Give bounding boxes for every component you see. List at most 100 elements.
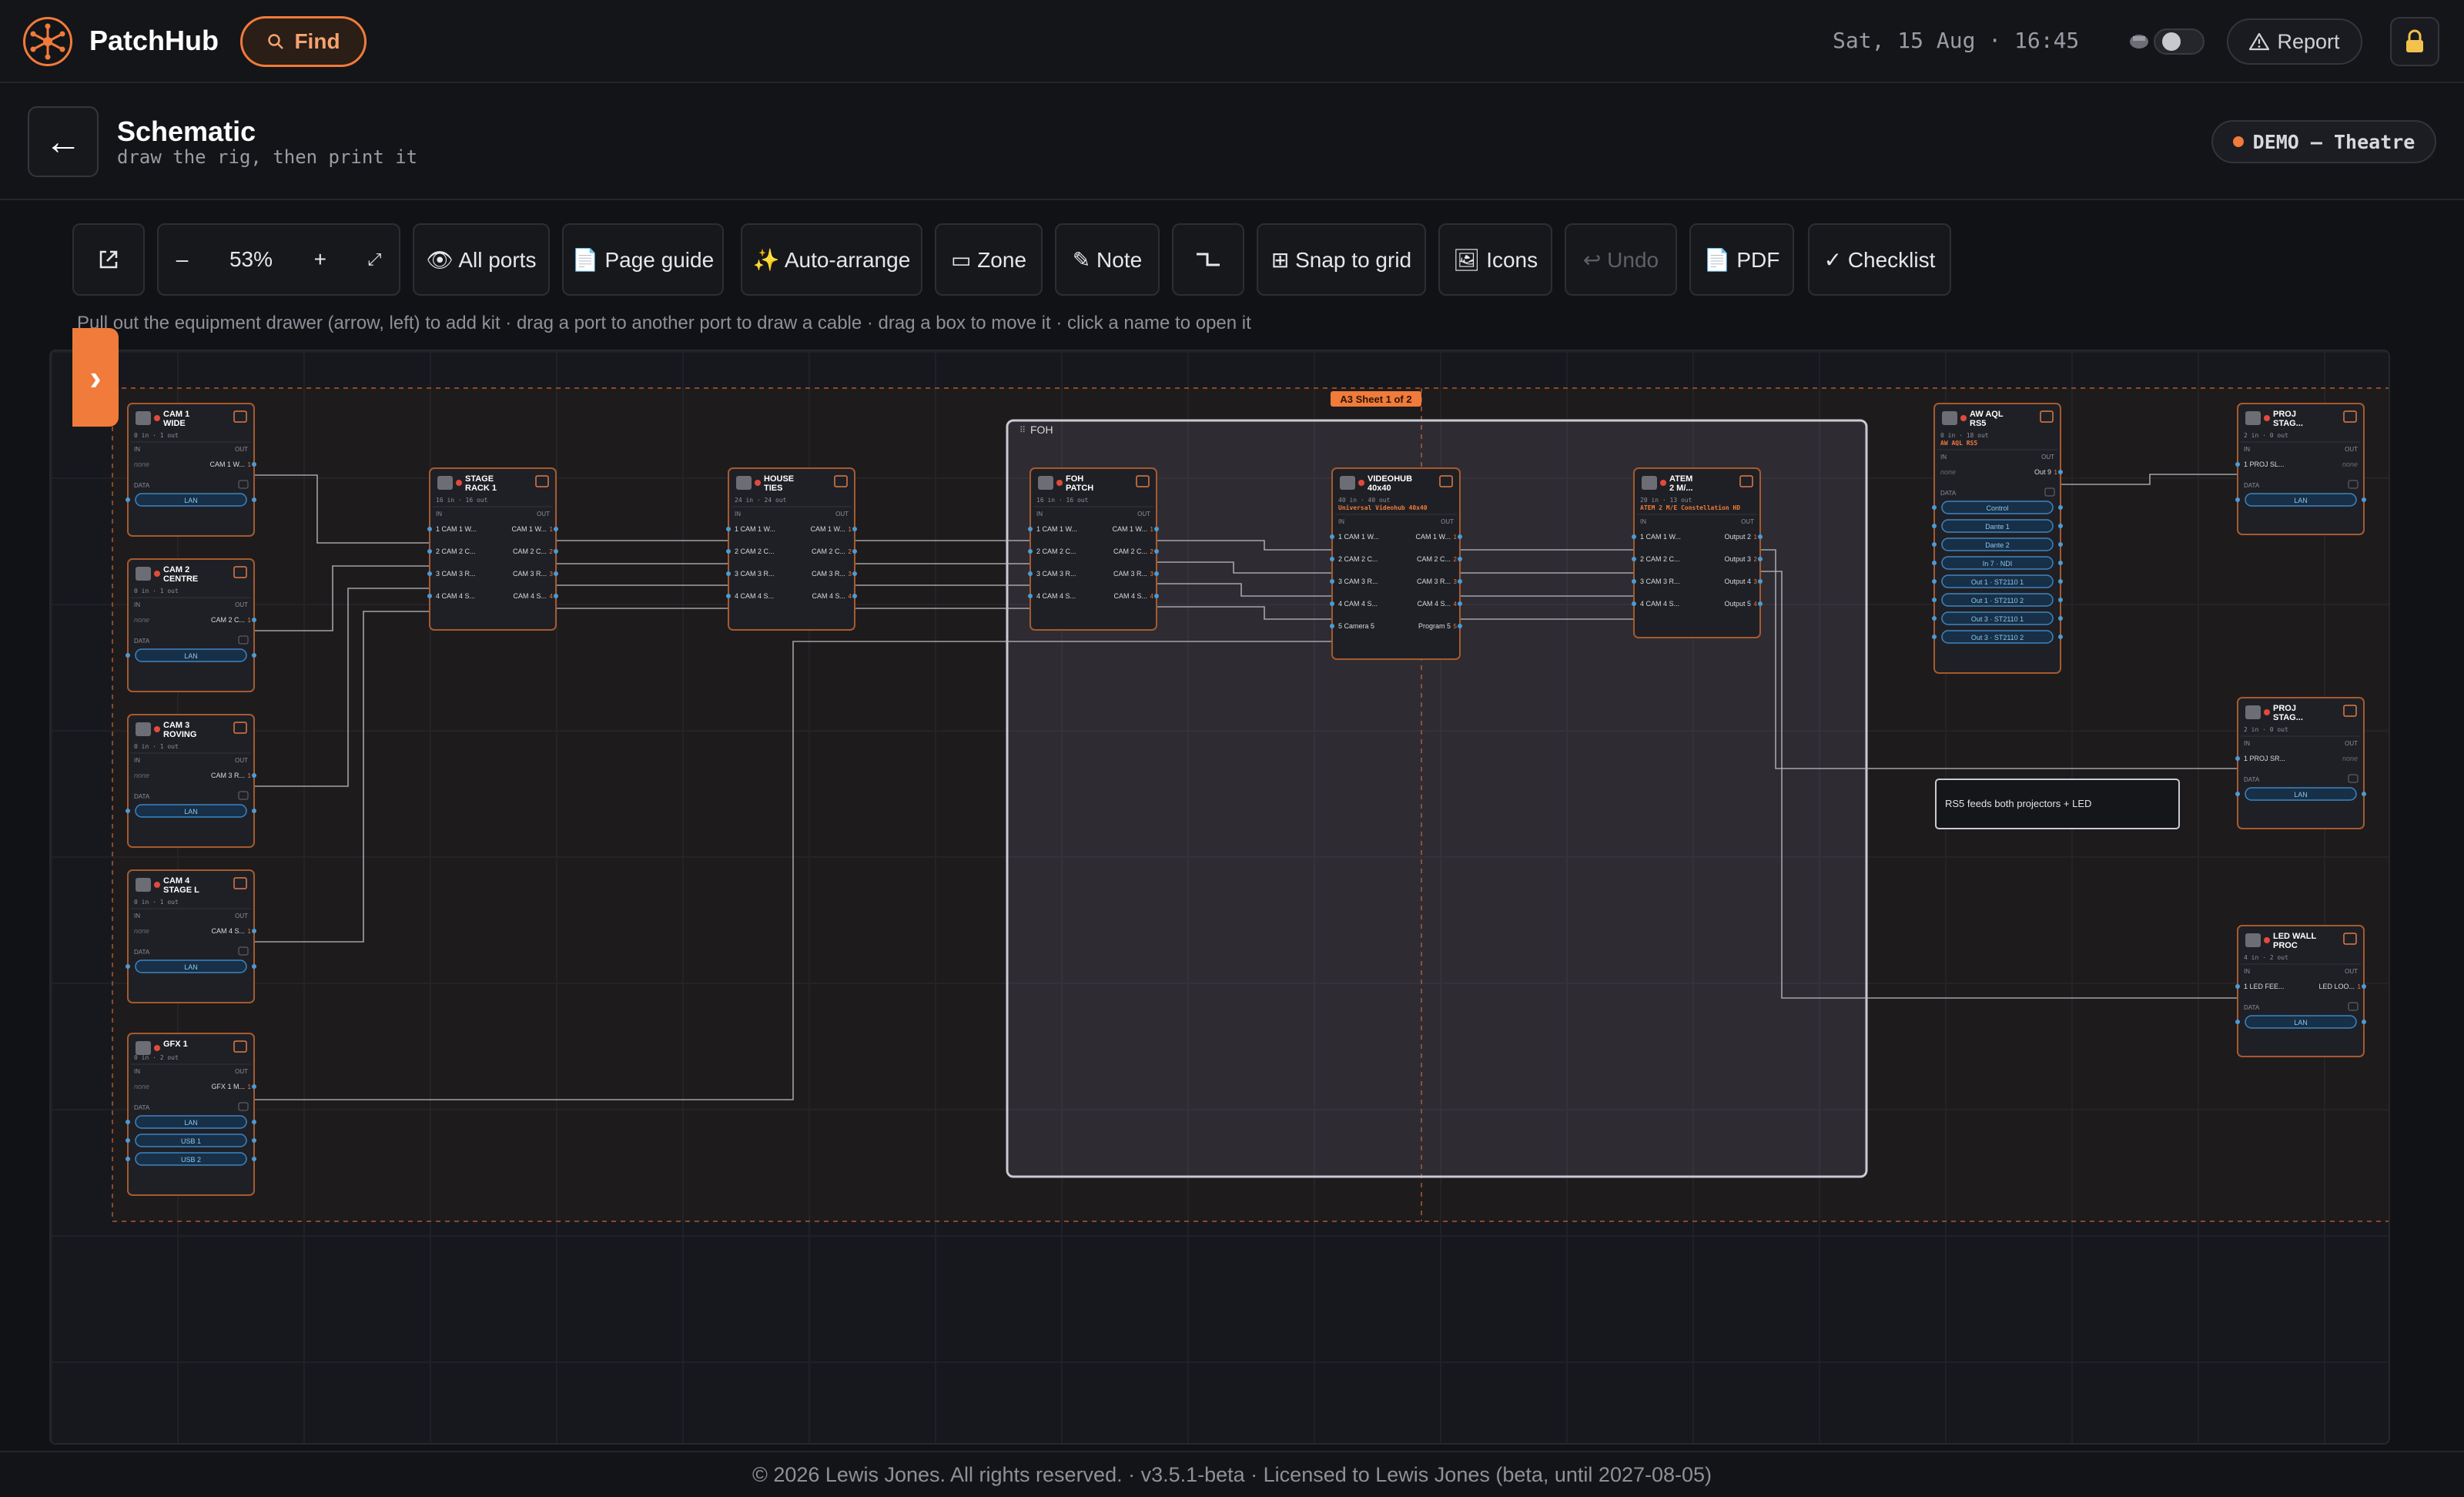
data-port-dot-right[interactable] <box>2362 1020 2366 1024</box>
input-port-dot[interactable] <box>1330 624 1334 628</box>
data-port-dot-left[interactable] <box>1932 505 1937 510</box>
data-port-dot-right[interactable] <box>252 1120 256 1124</box>
back-button[interactable]: ← <box>28 106 99 177</box>
data-port-dot-left[interactable] <box>1932 542 1937 547</box>
output-port[interactable]: CAM 4 S... <box>812 592 845 600</box>
data-port-dot-left[interactable] <box>1932 579 1937 584</box>
device-5[interactable]: GFX 1 0 in · 2 out IN OUT none GFX 1 M... 1 DAT… <box>126 1033 256 1196</box>
data-port-dot-left[interactable] <box>1932 524 1937 528</box>
output-port[interactable]: CAM 4 S... <box>1113 592 1147 600</box>
device-11[interactable]: AW AQLRS5 0 in · 18 outAW AQL RS5 IN OUT non… <box>1932 403 2063 674</box>
output-port-dot[interactable] <box>852 594 857 598</box>
data-port-dot-left[interactable] <box>126 653 130 658</box>
output-port[interactable]: Output 2 <box>1724 533 1751 541</box>
device-box[interactable] <box>1633 467 1761 638</box>
input-port-dot[interactable] <box>427 594 432 598</box>
device-12[interactable]: PROJSTAG... 2 in · 0 out IN OUT 1 PROJ SL...… <box>2235 403 2366 535</box>
zoom-out-button[interactable]: – <box>176 247 189 272</box>
input-port-dot[interactable] <box>427 549 432 554</box>
data-port-dot-right[interactable] <box>252 964 256 969</box>
output-port-dot[interactable] <box>852 549 857 554</box>
device-name[interactable]: FOH <box>1066 474 1083 484</box>
device-7[interactable]: HOUSETIES 24 in · 24 out IN OUT 1 CAM 1 W...… <box>726 467 857 631</box>
input-port[interactable]: 4 CAM 4 S... <box>436 592 475 600</box>
data-port-dot-right[interactable] <box>2058 561 2063 565</box>
data-port-dot-left[interactable] <box>2235 497 2240 502</box>
device-name[interactable]: STAGE <box>465 474 494 484</box>
input-port-dot[interactable] <box>427 571 432 576</box>
output-port[interactable]: Program 5 <box>1418 622 1451 630</box>
auto-arrange-button[interactable]: ✨ Auto-arrange <box>741 223 922 296</box>
pdf-button[interactable]: 📄 PDF <box>1689 223 1794 296</box>
report-button[interactable]: Report <box>2227 18 2362 65</box>
data-port-dot-left[interactable] <box>1932 598 1937 602</box>
zone-grip-icon[interactable]: ⠿ <box>1019 425 1026 435</box>
data-port-dot-left[interactable] <box>1932 635 1937 639</box>
device-name-line2[interactable]: RACK 1 <box>465 484 497 493</box>
device-name-line2[interactable]: RS5 <box>1970 419 1986 428</box>
device-1[interactable]: CAM 1WIDE 0 in · 1 out IN OUT none CAM 1 W...… <box>126 403 256 537</box>
output-port-dot[interactable] <box>1154 594 1159 598</box>
input-port-dot[interactable] <box>2235 756 2240 761</box>
device-name[interactable]: ATEM <box>1669 474 1692 484</box>
output-port-dot[interactable] <box>1154 549 1159 554</box>
all-ports-button[interactable]: 👁 All ports <box>413 223 550 296</box>
device-name-line2[interactable]: PROC <box>2273 941 2298 950</box>
output-port-dot[interactable] <box>1458 557 1462 561</box>
input-port-dot[interactable] <box>1632 579 1636 584</box>
input-port-dot[interactable] <box>427 527 432 531</box>
output-port[interactable]: CAM 1 W... <box>1112 525 1147 533</box>
output-port[interactable]: Out 9 <box>2034 468 2051 476</box>
input-port-dot[interactable] <box>1330 534 1334 539</box>
input-port[interactable]: 4 CAM 4 S... <box>735 592 774 600</box>
output-port-dot[interactable] <box>554 594 558 598</box>
input-port-dot[interactable] <box>726 571 731 576</box>
output-port-dot[interactable] <box>554 571 558 576</box>
input-port[interactable]: 4 CAM 4 S... <box>1036 592 1076 600</box>
input-port-dot[interactable] <box>1330 601 1334 606</box>
output-port-dot[interactable] <box>852 527 857 531</box>
input-port[interactable]: 2 CAM 2 C... <box>1036 548 1076 555</box>
data-port-dot-right[interactable] <box>2058 505 2063 510</box>
data-port-dot-right[interactable] <box>252 1138 256 1143</box>
device-name-line2[interactable]: CENTRE <box>163 574 198 584</box>
device-name[interactable]: AW AQL <box>1970 410 2004 419</box>
zone-button[interactable]: ▭ Zone <box>935 223 1043 296</box>
device-name[interactable]: CAM 3 <box>163 721 189 730</box>
output-port[interactable]: CAM 3 R... <box>211 772 245 779</box>
icons-button[interactable]: 🖼 Icons <box>1438 223 1552 296</box>
device-name[interactable]: CAM 4 <box>163 876 190 886</box>
device-2[interactable]: CAM 2CENTRE 0 in · 1 out IN OUT none CAM 2 C.… <box>126 558 256 692</box>
device-name[interactable]: CAM 2 <box>163 565 189 574</box>
output-port-dot[interactable] <box>1458 601 1462 606</box>
data-port-dot-right[interactable] <box>2058 616 2063 621</box>
output-port-dot[interactable] <box>554 527 558 531</box>
data-port-dot-right[interactable] <box>252 809 256 813</box>
device-name[interactable]: CAM 1 <box>163 410 189 419</box>
schematic-drawing[interactable]: A3 Sheet 1 of 2 ⠿ FOH RS5 feeds both projec… <box>51 351 2390 1445</box>
output-port[interactable]: LED LOO... <box>2318 983 2355 990</box>
theme-toggle[interactable] <box>2128 26 2205 57</box>
device-name[interactable]: VIDEOHUB <box>1368 474 1412 484</box>
data-port-dot-right[interactable] <box>2058 542 2063 547</box>
sticky-note[interactable]: RS5 feeds both projectors + LED <box>1935 779 2180 829</box>
output-port[interactable]: Output 5 <box>1724 600 1751 608</box>
zoom-fit-button[interactable]: ⤢ <box>368 250 382 270</box>
output-port-dot[interactable] <box>1458 624 1462 628</box>
input-port[interactable]: 1 PROJ SL... <box>2244 460 2285 468</box>
output-port-dot[interactable] <box>1758 557 1763 561</box>
output-port-dot[interactable] <box>1758 579 1763 584</box>
output-port[interactable]: CAM 2 C... <box>1113 548 1147 555</box>
input-port[interactable]: 3 CAM 3 R... <box>735 570 775 578</box>
data-port-dot-right[interactable] <box>2058 524 2063 528</box>
device-name-line2[interactable]: STAGE L <box>163 886 199 895</box>
input-port[interactable]: 1 PROJ SR... <box>2244 755 2285 762</box>
device-14[interactable]: LED WALLPROC 4 in · 2 out IN OUT 1 LED FEE..… <box>2235 925 2366 1057</box>
output-port-dot[interactable] <box>2362 984 2366 989</box>
output-port-dot[interactable] <box>252 1084 256 1089</box>
data-port-dot-right[interactable] <box>2058 635 2063 639</box>
zoom-in-button[interactable]: + <box>314 247 326 272</box>
input-port[interactable]: 3 CAM 3 R... <box>1338 578 1378 585</box>
device-3[interactable]: CAM 3ROVING 0 in · 1 out IN OUT none CAM 3 R.… <box>126 714 256 848</box>
input-port[interactable]: 1 CAM 1 W... <box>735 525 775 533</box>
